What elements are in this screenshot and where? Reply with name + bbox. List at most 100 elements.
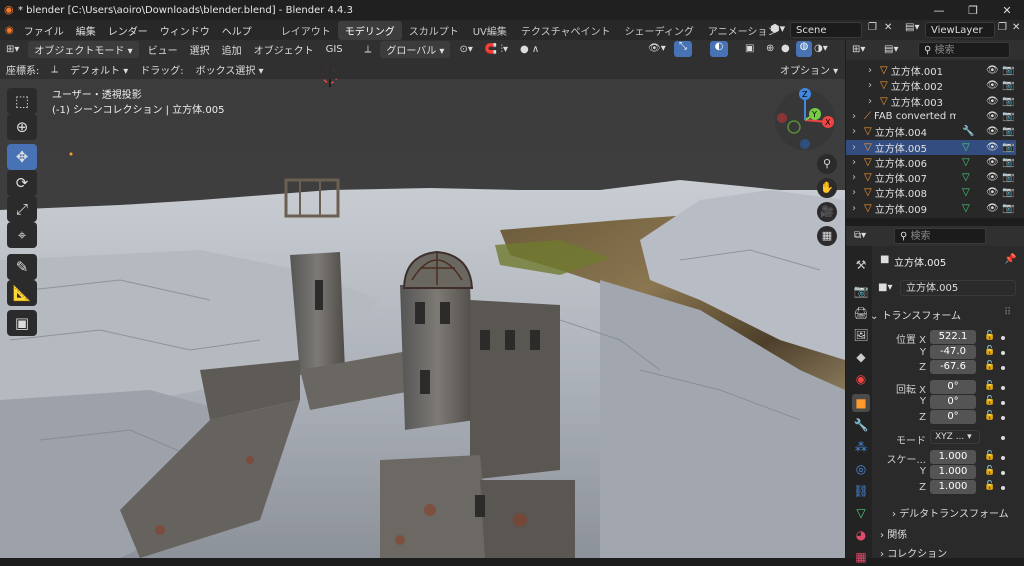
visibility-eye-icon[interactable]: 👁 <box>986 142 999 153</box>
measure-tool[interactable]: 📐 <box>7 280 37 306</box>
world-tab-icon[interactable]: ◉ <box>852 370 870 388</box>
keyframe-location-y-icon[interactable] <box>1001 351 1005 355</box>
object-name-field[interactable]: 立方体.005 <box>900 280 1016 296</box>
options-dropdown[interactable]: オプション ▾ <box>774 61 844 78</box>
drag-dropdown[interactable]: ボックス選択 ▾ <box>190 61 270 78</box>
delete-view-layer-icon[interactable]: ✕ <box>1012 22 1020 33</box>
lock-rotation-y-icon[interactable]: 🔓 <box>984 396 995 406</box>
outliner-item[interactable]: › ⟋ FAB converted mc 👁 📷 <box>846 109 1016 124</box>
new-view-layer-icon[interactable]: ❐ <box>998 22 1007 33</box>
shading-material-icon[interactable]: ◍ <box>796 41 812 57</box>
expand-arrow-icon[interactable]: › <box>852 126 864 137</box>
object-type-dropdown-icon[interactable]: ■▾ <box>878 282 892 293</box>
modifier-tab-icon[interactable]: 🔧 <box>852 416 870 434</box>
render-camera-icon[interactable]: 📷 <box>1002 187 1014 198</box>
render-camera-icon[interactable]: 📷 <box>1002 157 1014 168</box>
close-button[interactable]: ✕ <box>990 0 1024 20</box>
pan-hand-icon[interactable]: ✋ <box>817 178 837 198</box>
maximize-button[interactable]: ❐ <box>956 0 990 20</box>
outliner-item[interactable]: › ▽ 立方体.007 ▽ 👁 📷 <box>846 170 1016 185</box>
menu-render[interactable]: レンダー <box>102 23 154 38</box>
keyframe-scale-y-icon[interactable] <box>1001 471 1005 475</box>
scale-x-field[interactable]: 1.000 <box>930 450 976 464</box>
data-tab-icon[interactable]: ▽ <box>852 504 870 522</box>
visibility-icon[interactable]: 👁▾ <box>648 43 666 54</box>
outliner-item[interactable]: › ▽ 立方体.004 🔧 👁 📷 <box>846 124 1016 139</box>
add-cube-tool[interactable]: ▣ <box>7 310 37 336</box>
tab-uv-editing[interactable]: UV編集 <box>466 21 514 40</box>
coord-system-icon[interactable]: ⟂ <box>45 63 64 76</box>
visibility-eye-icon[interactable]: 👁 <box>986 157 999 168</box>
view-layer-field[interactable]: ViewLayer <box>925 22 995 38</box>
outliner-item[interactable]: › ▽ 立方体.009 ▽ 👁 📷 <box>846 201 1016 216</box>
transform-panel-header[interactable]: ⌄ トランスフォーム <box>870 307 961 322</box>
rotation-y-field[interactable]: 0° <box>930 395 976 409</box>
constraints-tab-icon[interactable]: ⛓ <box>852 482 870 500</box>
render-tab-icon[interactable]: 📷 <box>852 282 870 300</box>
keyframe-location-z-icon[interactable] <box>1001 366 1005 370</box>
menu-select[interactable]: 選択 <box>184 41 216 58</box>
shading-wireframe-icon[interactable]: ⊕ <box>766 43 774 54</box>
transform-tool[interactable]: ⌖ <box>7 222 37 248</box>
expand-arrow-icon[interactable]: › <box>852 142 864 153</box>
outliner-item[interactable]: › ▽ 立方体.005 ▽ 👁 📷 <box>846 139 1016 155</box>
tab-layout[interactable]: レイアウト <box>274 21 338 40</box>
mesh-data-icon[interactable]: ▽ <box>962 157 970 168</box>
expand-arrow-icon[interactable]: › <box>852 203 864 214</box>
outliner-item[interactable]: › ▽ 立方体.006 ▽ 👁 📷 <box>846 155 1016 170</box>
mesh-data-icon[interactable]: ▽ <box>962 203 970 214</box>
visibility-eye-icon[interactable]: 👁 <box>986 172 999 183</box>
camera-view-icon[interactable]: 🎥 <box>817 202 837 222</box>
mesh-data-icon[interactable]: 🔧 <box>962 126 974 137</box>
delta-transform-header[interactable]: › デルタトランスフォーム <box>892 505 1009 520</box>
physics-tab-icon[interactable]: ◎ <box>852 460 870 478</box>
keyframe-rotation-y-icon[interactable] <box>1001 401 1005 405</box>
minimize-button[interactable]: — <box>922 0 956 20</box>
scene-name-field[interactable]: Scene <box>790 22 862 38</box>
lock-rotation-x-icon[interactable]: 🔓 <box>984 381 995 391</box>
material-tab-icon[interactable]: ◕ <box>852 526 870 544</box>
lock-location-z-icon[interactable]: 🔓 <box>984 361 995 371</box>
outliner-editor-icon[interactable]: ⊞▾ <box>852 44 865 55</box>
scale-y-field[interactable]: 1.000 <box>930 465 976 479</box>
keyframe-scale-z-icon[interactable] <box>1001 486 1005 490</box>
expand-arrow-icon[interactable]: › <box>852 157 864 168</box>
rotation-x-field[interactable]: 0° <box>930 380 976 394</box>
scale-z-field[interactable]: 1.000 <box>930 480 976 494</box>
tab-texture-paint[interactable]: テクスチャペイント <box>514 21 618 40</box>
new-scene-icon[interactable]: ❐ <box>868 22 877 33</box>
tab-shading[interactable]: シェーディング <box>618 21 701 40</box>
select-box-tool[interactable]: ⬚ <box>7 88 37 114</box>
outliner-search-field[interactable]: ⚲ 検索 <box>918 42 1010 58</box>
outliner-item[interactable]: › ▽ 立方体.003 👁 📷 <box>846 94 1016 109</box>
scale-tool[interactable]: ⤢ <box>7 196 37 222</box>
lock-scale-y-icon[interactable]: 🔓 <box>984 466 995 476</box>
menu-gis[interactable]: GIS <box>320 43 349 56</box>
transform-panel-grip-icon[interactable]: ⠿ <box>1004 307 1011 318</box>
location-x-field[interactable]: 522.1 <box>930 330 976 344</box>
keyframe-location-x-icon[interactable] <box>1001 336 1005 340</box>
expand-arrow-icon[interactable]: › <box>852 172 864 183</box>
outliner-item[interactable]: › ▽ 立方体.002 👁 📷 <box>846 78 1016 93</box>
render-camera-icon[interactable]: 📷 <box>1002 96 1014 107</box>
render-camera-icon[interactable]: 📷 <box>1002 172 1014 183</box>
expand-arrow-icon[interactable]: › <box>852 187 864 198</box>
expand-arrow-icon[interactable]: › <box>868 96 880 107</box>
menu-edit[interactable]: 編集 <box>70 23 102 38</box>
location-z-field[interactable]: -67.6 <box>930 360 976 374</box>
visibility-eye-icon[interactable]: 👁 <box>986 80 999 91</box>
mesh-data-icon[interactable]: ▽ <box>962 142 970 153</box>
perspective-grid-icon[interactable]: ▦ <box>817 226 837 246</box>
move-tool[interactable]: ✥ <box>7 144 37 170</box>
tool-tab-icon[interactable]: ⚒ <box>852 256 870 274</box>
keyframe-scale-x-icon[interactable] <box>1001 456 1005 460</box>
xray-icon[interactable]: ▣ <box>745 43 754 54</box>
render-camera-icon[interactable]: 📷 <box>1002 126 1014 137</box>
properties-editor-icon[interactable]: ⧉▾ <box>854 230 866 241</box>
shading-solid-icon[interactable]: ● <box>781 43 790 54</box>
zoom-icon[interactable]: ⚲ <box>817 154 837 174</box>
editor-type-icon[interactable]: ⊞▾ <box>0 43 25 56</box>
menu-view[interactable]: ビュー <box>142 41 184 58</box>
visibility-eye-icon[interactable]: 👁 <box>986 96 999 107</box>
texture-tab-icon[interactable]: ▦ <box>852 548 870 566</box>
